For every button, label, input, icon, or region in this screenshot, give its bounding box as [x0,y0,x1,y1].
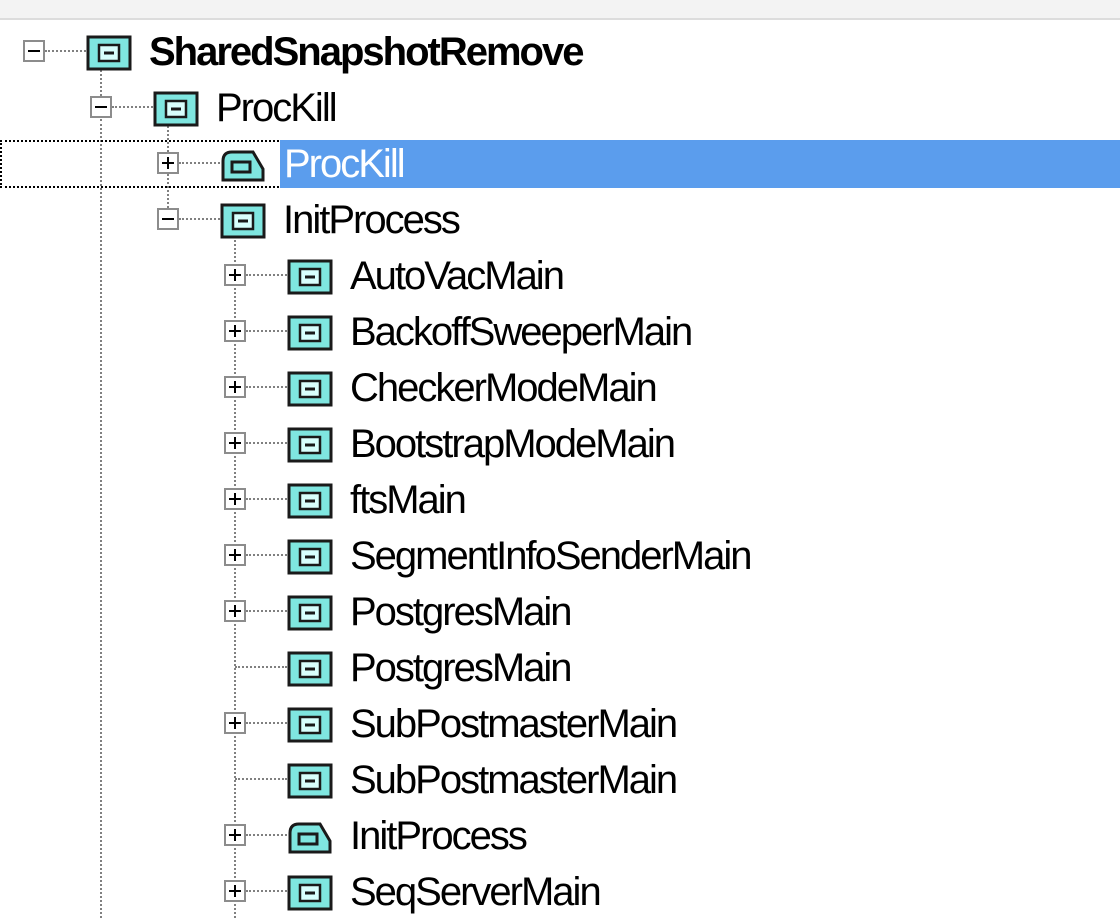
call-tree-view[interactable]: SharedSnapshotRemove ProcKill ProcKill Init… [0,0,1120,918]
tree-connector-line [246,890,287,892]
tree-connector-line [246,722,287,724]
function-icon [287,651,333,687]
function-icon [287,371,333,407]
tree-node-label[interactable]: InitProcess [283,196,461,244]
expand-icon[interactable] [224,264,246,286]
expand-icon[interactable] [224,544,246,566]
tree-node-label[interactable]: SubPostmasterMain [350,756,678,804]
tree-node-label[interactable]: ftsMain [350,476,467,524]
tree-connector-line [45,50,86,52]
expand-icon[interactable] [224,824,246,846]
tree-connector-line [246,442,287,444]
function-icon [287,539,333,575]
tree-node[interactable]: SubPostmasterMain [0,696,1120,752]
tree-node-label[interactable]: BackoffSweeperMain [350,308,693,356]
recursive-function-icon [287,819,333,855]
tree-node-label[interactable]: InitProcess [350,812,528,860]
tree-node[interactable]: SeqServerMain [0,864,1120,918]
tree-connector-line [246,330,287,332]
expand-icon[interactable] [224,600,246,622]
expand-icon[interactable] [224,880,246,902]
expand-icon[interactable] [224,320,246,342]
tree-node-label[interactable]: AutoVacMain [350,252,565,300]
function-icon [287,707,333,743]
tree-node-label[interactable]: ProcKill [216,84,338,132]
collapse-icon[interactable] [23,40,45,62]
tree-node[interactable]: PostgresMain [0,640,1120,696]
function-icon [153,91,199,127]
function-icon [287,763,333,799]
tree-connector-line [246,610,287,612]
function-icon [287,595,333,631]
tree-connector-line [246,554,287,556]
expand-icon[interactable] [224,432,246,454]
tree-connector-line [246,274,287,276]
tree-node-label[interactable]: SegmentInfoSenderMain [350,532,752,580]
function-icon [287,483,333,519]
tree-node[interactable]: ProcKill [0,136,1120,192]
function-icon [287,875,333,911]
tree-node[interactable]: SubPostmasterMain [0,752,1120,808]
tree-node[interactable]: PostgresMain [0,584,1120,640]
tree-node-label[interactable]: PostgresMain [350,644,573,692]
collapse-icon[interactable] [90,96,112,118]
expand-icon[interactable] [224,488,246,510]
tree-node-label[interactable]: SeqServerMain [350,868,602,916]
expand-icon[interactable] [157,152,179,174]
tree-connector-line [179,218,220,220]
collapse-icon[interactable] [157,208,179,230]
tree-node-label[interactable]: CheckerModeMain [350,364,658,412]
tree-connector-line [235,778,287,780]
tree-node-label[interactable]: ProcKill [280,140,1120,188]
tree-node[interactable]: BootstrapModeMain [0,416,1120,472]
tree-node-label[interactable]: BootstrapModeMain [350,420,676,468]
tree-node-label[interactable]: SharedSnapshotRemove [149,28,584,76]
tree-node[interactable]: ProcKill [0,80,1120,136]
tree-node[interactable]: AutoVacMain [0,248,1120,304]
function-icon [86,35,132,71]
expand-icon[interactable] [224,376,246,398]
tree-connector-line [246,834,287,836]
tree-node-label[interactable]: SubPostmasterMain [350,700,678,748]
tree-node[interactable]: ftsMain [0,472,1120,528]
tree-node-label[interactable]: PostgresMain [350,588,573,636]
header-strip [0,0,1120,20]
tree-node[interactable]: CheckerModeMain [0,360,1120,416]
function-icon [287,259,333,295]
tree-connector-line [112,106,153,108]
tree-node[interactable]: SegmentInfoSenderMain [0,528,1120,584]
function-icon [220,203,266,239]
tree-node[interactable]: SharedSnapshotRemove [0,24,1120,80]
tree-node[interactable]: InitProcess [0,808,1120,864]
recursive-function-icon [220,147,266,183]
function-icon [287,427,333,463]
tree-node[interactable]: InitProcess [0,192,1120,248]
expand-icon[interactable] [224,712,246,734]
tree-node[interactable]: BackoffSweeperMain [0,304,1120,360]
tree-connector-line [246,498,287,500]
tree-connector-line [235,666,287,668]
function-icon [287,315,333,351]
tree-connector-line [246,386,287,388]
